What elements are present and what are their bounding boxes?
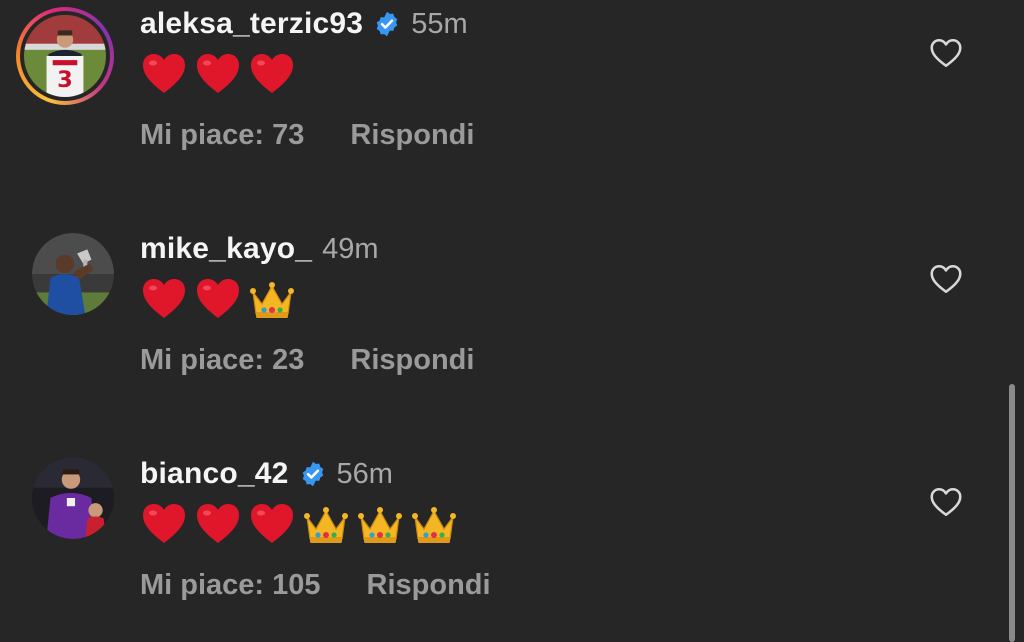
- reply-button[interactable]: Rispondi: [350, 119, 474, 152]
- heart-outline-icon[interactable]: [928, 35, 964, 71]
- reply-button[interactable]: Rispondi: [367, 569, 491, 602]
- comment-item: mike_kayo_ 49m Mi piace: 23 Rispondi: [0, 225, 1024, 405]
- comment-text: [140, 500, 458, 550]
- comment-header: bianco_42 56m: [140, 454, 393, 494]
- red-heart-emoji: [140, 276, 188, 324]
- username[interactable]: bianco_42: [140, 457, 289, 491]
- comment-header: aleksa_terzic93 55m: [140, 4, 468, 44]
- comment-text: [140, 275, 296, 325]
- verified-badge-icon: [373, 10, 401, 38]
- svg-text:3: 3: [57, 67, 73, 93]
- crown-emoji: [302, 501, 350, 549]
- comment-actions: Mi piace: 73 Rispondi: [140, 115, 474, 155]
- likes-count[interactable]: Mi piace: 23: [140, 344, 304, 377]
- avatar-image: 3: [24, 15, 106, 97]
- heart-outline-icon[interactable]: [928, 261, 964, 297]
- username[interactable]: mike_kayo_: [140, 232, 312, 266]
- reply-button[interactable]: Rispondi: [350, 344, 474, 377]
- timestamp: 56m: [336, 457, 393, 490]
- comment-actions: Mi piace: 23 Rispondi: [140, 340, 474, 380]
- comment-text: [140, 50, 296, 100]
- red-heart-emoji: [194, 501, 242, 549]
- avatar-image: [32, 233, 114, 315]
- avatar-image: [32, 457, 114, 539]
- red-heart-emoji: [140, 501, 188, 549]
- crown-emoji: [410, 501, 458, 549]
- story-ring: 3: [20, 11, 110, 101]
- red-heart-emoji: [194, 51, 242, 99]
- red-heart-emoji: [140, 51, 188, 99]
- avatar[interactable]: 3: [16, 7, 114, 105]
- avatar[interactable]: [32, 233, 114, 315]
- timestamp: 49m: [322, 232, 379, 265]
- comment-item: 3 aleksa_terzic93 55m Mi piace: 73 Rispo…: [0, 0, 1024, 180]
- heart-outline-icon[interactable]: [928, 484, 964, 520]
- red-heart-emoji: [248, 501, 296, 549]
- username[interactable]: aleksa_terzic93: [140, 7, 363, 41]
- comments-screen: 3 aleksa_terzic93 55m Mi piace: 73 Rispo…: [0, 0, 1024, 642]
- scrollbar[interactable]: [1009, 384, 1015, 642]
- comment-header: mike_kayo_ 49m: [140, 229, 379, 269]
- crown-emoji: [356, 501, 404, 549]
- avatar[interactable]: [32, 457, 114, 539]
- likes-count[interactable]: Mi piace: 73: [140, 119, 304, 152]
- red-heart-emoji: [194, 276, 242, 324]
- red-heart-emoji: [248, 51, 296, 99]
- comment-actions: Mi piace: 105 Rispondi: [140, 565, 491, 605]
- crown-emoji: [248, 276, 296, 324]
- verified-badge-icon: [299, 460, 327, 488]
- comment-item: bianco_42 56m Mi piace: 105 Rispondi: [0, 450, 1024, 630]
- timestamp: 55m: [411, 7, 468, 40]
- likes-count[interactable]: Mi piace: 105: [140, 569, 321, 602]
